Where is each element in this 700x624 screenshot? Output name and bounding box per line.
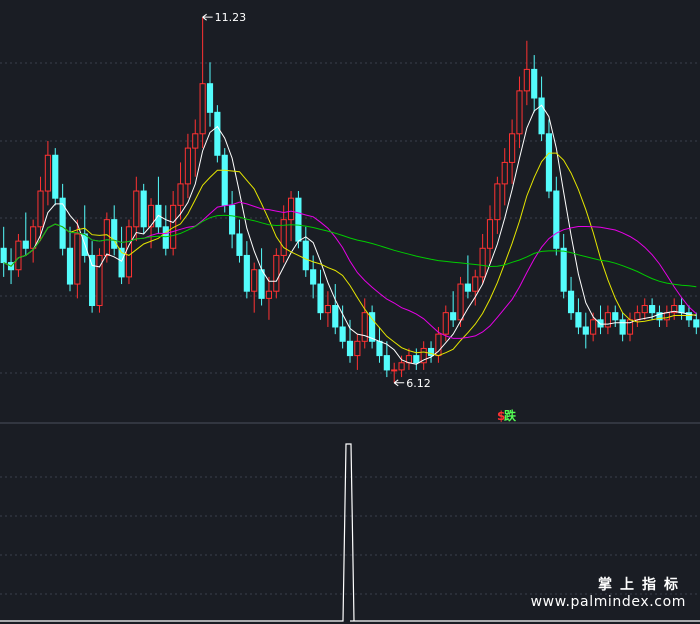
candle-body — [678, 305, 685, 314]
candle-body — [133, 190, 140, 228]
candle-body — [427, 347, 435, 357]
candle-body — [332, 305, 339, 328]
candle-body — [59, 197, 66, 249]
candle-body — [553, 190, 560, 249]
candle-body — [15, 240, 22, 271]
candle-body — [162, 226, 169, 249]
candle-body — [634, 312, 641, 321]
candle-body — [501, 161, 508, 185]
candle-body — [545, 133, 553, 192]
candle-body — [214, 111, 221, 156]
candle-body — [641, 305, 648, 314]
candle-body — [486, 219, 494, 249]
candle-body — [494, 183, 501, 221]
candle-body — [125, 226, 133, 278]
candle-body — [450, 312, 457, 321]
candle-body — [575, 312, 582, 328]
candle-body — [413, 355, 420, 364]
candle-body — [531, 68, 538, 99]
candle-body — [324, 305, 331, 314]
chart-background — [0, 0, 700, 624]
watermark-title: 掌上指标 — [598, 577, 686, 593]
candle-body — [619, 319, 626, 335]
high-price-label: 11.23 — [215, 11, 247, 24]
candle-body — [295, 197, 302, 242]
candle-body — [560, 247, 567, 292]
candle-body — [302, 240, 309, 271]
candle-body — [649, 305, 656, 314]
candle-body — [258, 269, 265, 299]
watermark-url: www.palmindex.com — [530, 594, 686, 610]
watermark: 掌上指标 www.palmindex.com — [531, 574, 686, 610]
candle-body — [66, 247, 74, 285]
candle-body — [44, 154, 51, 192]
candle-body — [206, 83, 214, 113]
signal-fall-label: 跌 — [504, 408, 517, 423]
candle-body — [74, 233, 81, 285]
candle-body — [37, 190, 44, 228]
candle-body — [693, 319, 700, 328]
candle-body — [582, 326, 589, 335]
candle-body — [597, 319, 604, 328]
candle-body — [140, 190, 147, 228]
candle-body — [538, 97, 545, 135]
candle-body — [663, 312, 670, 321]
candle-body — [457, 283, 464, 321]
candle-body — [383, 355, 390, 371]
candle-body — [236, 233, 243, 256]
candle-body — [251, 269, 258, 292]
candle-body — [464, 283, 471, 292]
candle-body — [442, 312, 449, 335]
candle-body — [567, 290, 575, 314]
candle-body — [523, 68, 530, 92]
candle-body — [361, 312, 368, 342]
candle-body — [273, 254, 280, 292]
candle-body — [30, 226, 37, 249]
candle-body — [472, 276, 479, 292]
candle-body — [103, 219, 110, 256]
candle-body — [509, 133, 516, 163]
candle-body — [0, 247, 7, 264]
chart-canvas: 11.23 6.12 $ 跌 — [0, 0, 700, 624]
candle-body — [479, 247, 486, 278]
candle-body — [192, 133, 199, 149]
candle-body — [184, 147, 191, 185]
candle-body — [346, 340, 354, 357]
candle-body — [199, 83, 206, 135]
candle-body — [221, 154, 228, 206]
candle-body — [376, 340, 383, 357]
candle-body — [516, 90, 523, 135]
candle-body — [229, 204, 236, 235]
candle-body — [604, 312, 611, 328]
candle-body — [310, 269, 317, 285]
candle-body — [52, 154, 59, 199]
candle-body — [339, 326, 346, 342]
candle-body — [243, 254, 250, 292]
candle-body — [398, 362, 405, 371]
candle-body — [391, 369, 398, 372]
candle-body — [287, 197, 295, 221]
candle-body — [590, 319, 597, 335]
candle-body — [354, 340, 361, 357]
candle-body — [612, 312, 619, 321]
candle-body — [89, 254, 96, 307]
candle-body — [265, 290, 273, 299]
candle-body — [177, 183, 184, 206]
low-price-label: 6.12 — [406, 377, 431, 390]
candle-body — [22, 240, 29, 249]
candle-body — [317, 283, 324, 314]
